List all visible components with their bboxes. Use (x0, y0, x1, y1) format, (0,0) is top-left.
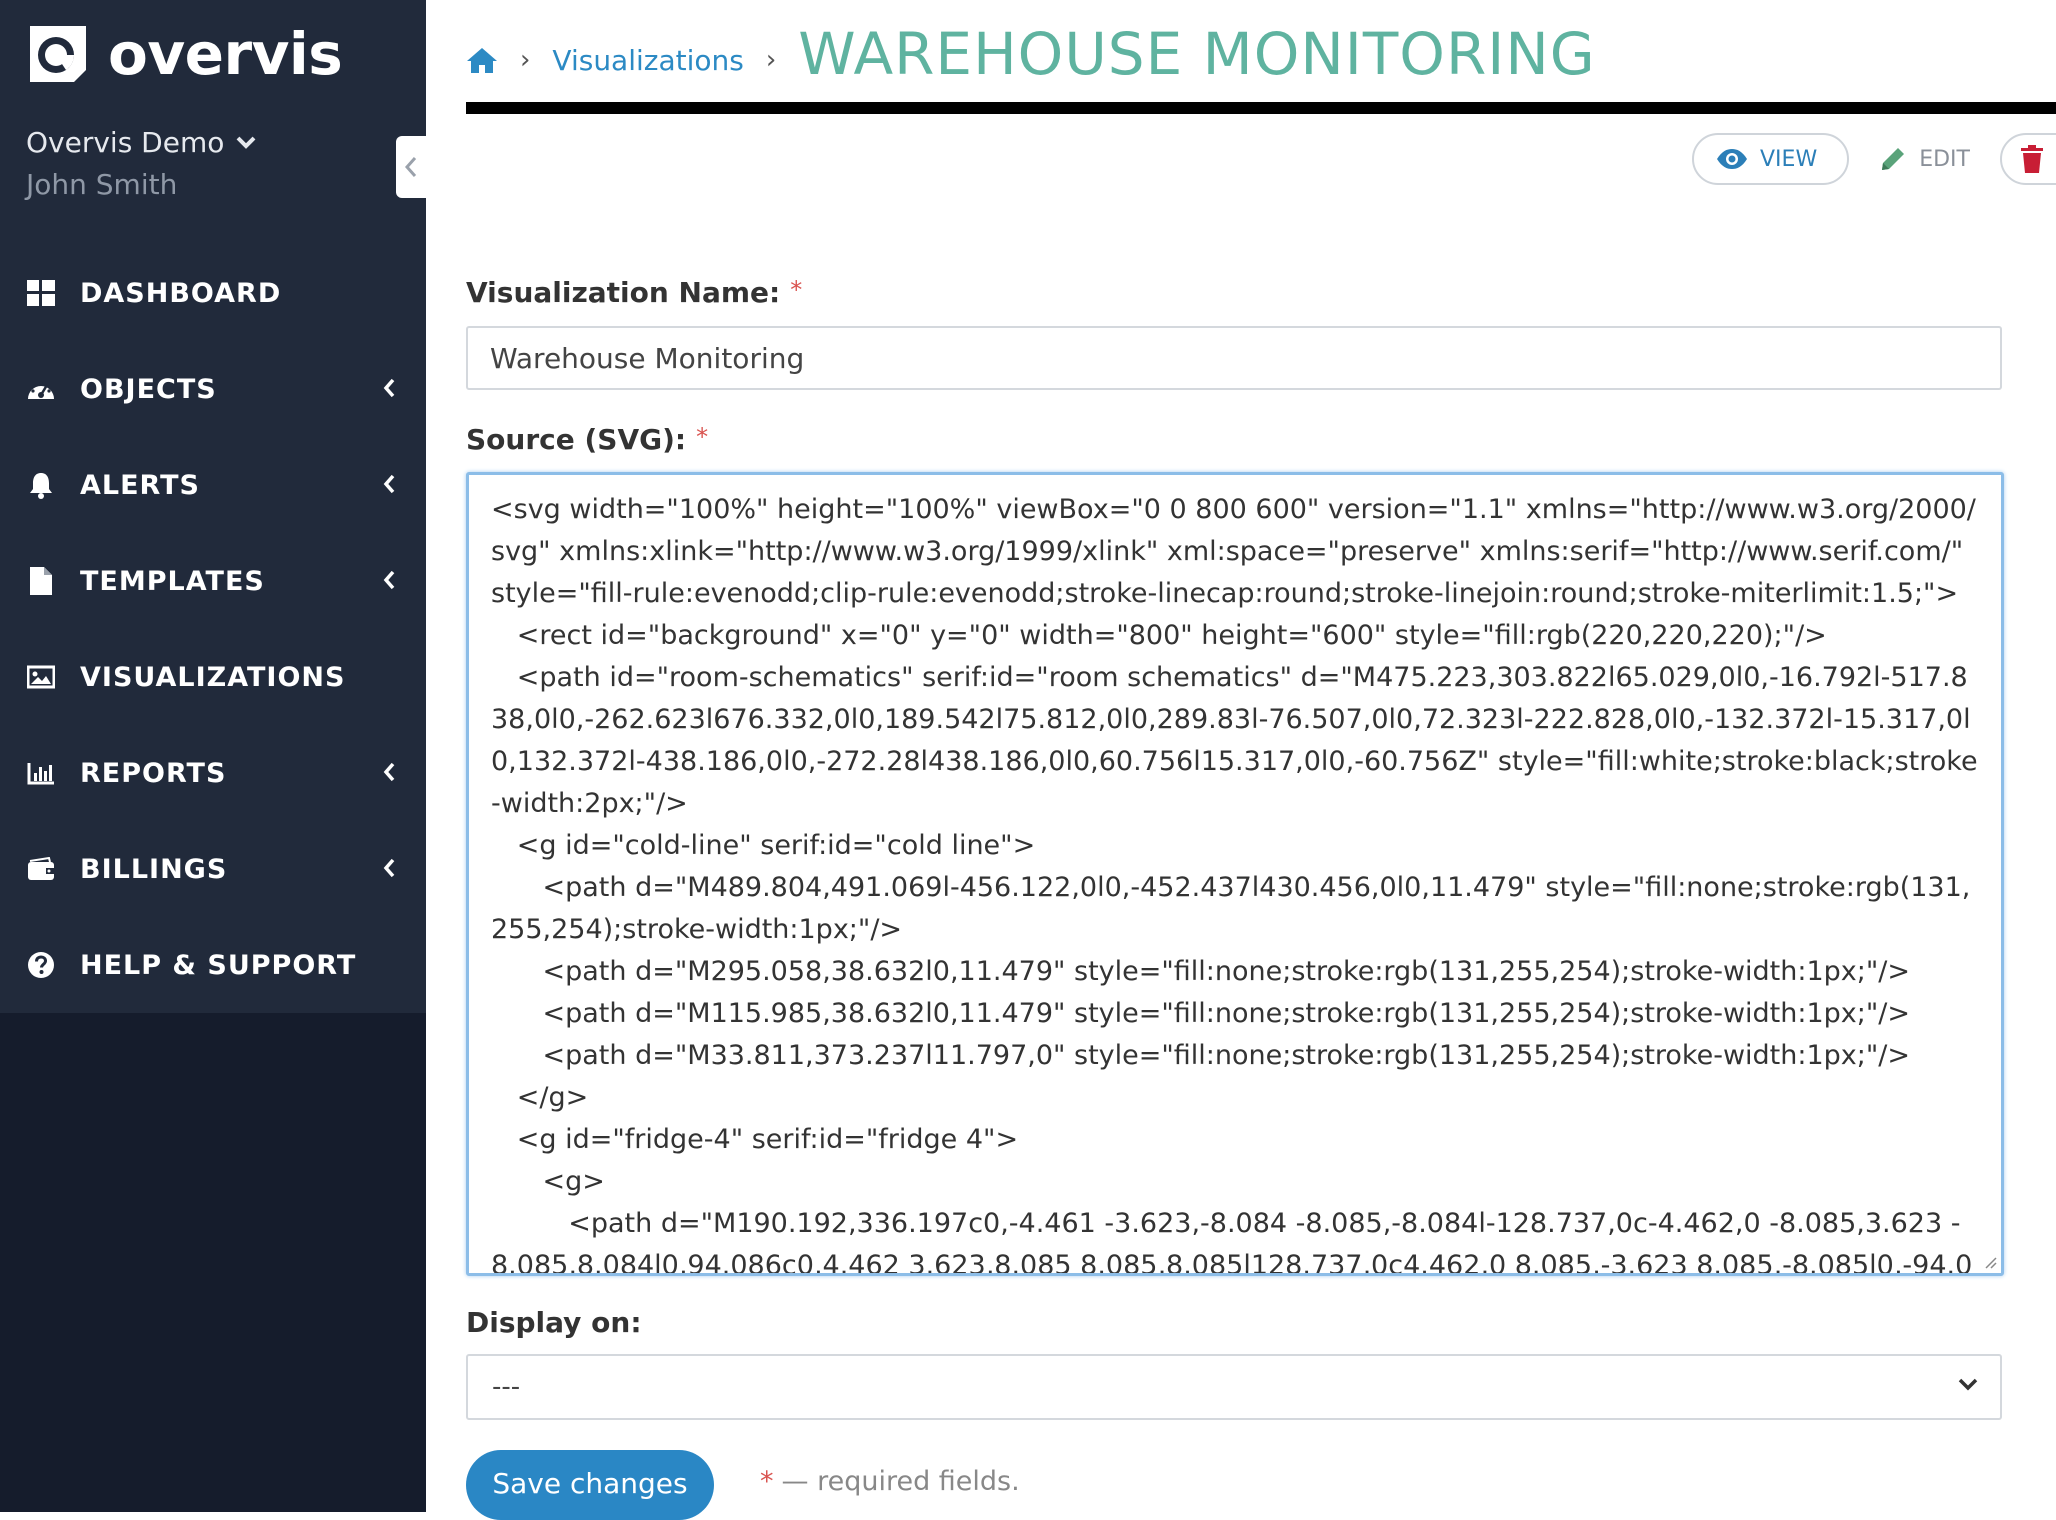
source-textarea[interactable]: <svg width="100%" height="100%" viewBox=… (466, 472, 2004, 1276)
logo-icon (26, 22, 90, 86)
visualization-name-label-text: Visualization Name: (466, 276, 780, 309)
resize-handle-icon[interactable] (1981, 1253, 1997, 1269)
edit-button-label: EDIT (1919, 147, 1970, 172)
sidebar-item-label: ALERTS (80, 470, 200, 501)
sidebar-item-label: REPORTS (80, 758, 226, 789)
view-button[interactable]: VIEW (1692, 133, 1849, 185)
trash-icon (2020, 145, 2044, 173)
display-on-label: Display on: (466, 1306, 642, 1339)
code-line: <g id="fridge-4" serif:id="fridge 4"> (491, 1119, 1979, 1161)
visualization-name-label: Visualization Name: * (466, 276, 802, 309)
breadcrumb-link-visualizations[interactable]: Visualizations (552, 44, 743, 77)
sidebar-menu: DASHBOARD OBJECTS ALERTS TEMPLATES (0, 245, 426, 1013)
code-line: <path d="M295.058,38.632l0,11.479" style… (491, 951, 1979, 993)
chevron-left-icon (382, 857, 396, 879)
chevron-down-icon (236, 136, 256, 150)
app-logo[interactable]: overvis (26, 22, 342, 86)
code-line: <path d="M33.811,373.237l11.797,0" style… (491, 1035, 1979, 1077)
visualization-name-input[interactable] (466, 326, 2002, 390)
sidebar-item-label: OBJECTS (80, 374, 217, 405)
account-switcher[interactable]: Overvis Demo (26, 126, 256, 159)
main-content: › Visualizations › WAREHOUSE MONITORING … (426, 0, 2056, 1512)
file-icon (26, 566, 56, 596)
breadcrumb-separator: › (520, 45, 530, 75)
code-line: <path d="M190.192,336.197c0,-4.461 -3.62… (491, 1203, 1979, 1276)
chevron-down-icon (1958, 1378, 1978, 1392)
save-changes-button[interactable]: Save changes (466, 1450, 714, 1520)
header-divider (466, 102, 2056, 114)
sidebar: overvis Overvis Demo John Smith DASHBOAR… (0, 0, 426, 1512)
bar-chart-icon (26, 758, 56, 788)
sidebar-item-label: TEMPLATES (80, 566, 265, 597)
code-line: <g> (491, 1161, 1979, 1203)
sidebar-item-label: DASHBOARD (80, 278, 281, 309)
logo-text: overvis (108, 22, 342, 86)
breadcrumb: › Visualizations › WAREHOUSE MONITORING (466, 18, 1596, 90)
delete-button[interactable]: DE (2000, 133, 2056, 185)
breadcrumb-separator: › (766, 45, 776, 75)
edit-button[interactable]: EDIT (1879, 145, 1970, 173)
required-marker: * (760, 1466, 774, 1497)
sidebar-item-label: HELP & SUPPORT (80, 950, 356, 981)
home-icon[interactable] (466, 46, 498, 74)
sidebar-item-objects[interactable]: OBJECTS (0, 341, 426, 437)
view-button-label: VIEW (1760, 147, 1817, 172)
eye-icon (1716, 148, 1748, 170)
source-label-text: Source (SVG): (466, 423, 686, 456)
sidebar-item-dashboard[interactable]: DASHBOARD (0, 245, 426, 341)
sidebar-item-billings[interactable]: BILLINGS (0, 821, 426, 917)
sidebar-item-label: BILLINGS (80, 854, 227, 885)
page-title: WAREHOUSE MONITORING (798, 20, 1595, 88)
required-marker: * (790, 276, 802, 304)
display-on-selected-value: --- (492, 1372, 520, 1402)
gauge-icon (26, 374, 56, 404)
account-name: Overvis Demo (26, 126, 224, 159)
required-fields-note: * — required fields. (760, 1466, 1020, 1497)
code-line: <svg width="100%" height="100%" viewBox=… (491, 489, 1979, 615)
chevron-left-icon (382, 569, 396, 591)
source-label: Source (SVG): * (466, 423, 708, 456)
user-name: John Smith (26, 168, 177, 201)
sidebar-item-alerts[interactable]: ALERTS (0, 437, 426, 533)
sidebar-item-label: VISUALIZATIONS (80, 662, 345, 693)
bell-icon (26, 470, 56, 500)
sidebar-item-visualizations[interactable]: VISUALIZATIONS (0, 629, 426, 725)
sidebar-header: overvis Overvis Demo John Smith (0, 0, 426, 245)
dashboard-icon (26, 278, 56, 308)
code-line: <path d="M489.804,491.069l-456.122,0l0,-… (491, 867, 1979, 951)
image-icon (26, 662, 56, 692)
code-line: <path id="room-schematics" serif:id="roo… (491, 657, 1979, 825)
code-line: <path d="M115.985,38.632l0,11.479" style… (491, 993, 1979, 1035)
code-line: <g id="cold-line" serif:id="cold line"> (491, 825, 1979, 867)
chevron-left-icon (382, 377, 396, 399)
sidebar-item-templates[interactable]: TEMPLATES (0, 533, 426, 629)
chevron-left-icon (404, 155, 418, 179)
pencil-icon (1879, 145, 1907, 173)
required-note-text: — required fields. (782, 1466, 1020, 1497)
question-circle-icon (26, 950, 56, 980)
action-buttons: VIEW EDIT DE (1692, 133, 2056, 185)
chevron-left-icon (382, 473, 396, 495)
code-line: <rect id="background" x="0" y="0" width=… (491, 615, 1979, 657)
display-on-select[interactable]: --- (466, 1354, 2002, 1420)
chevron-left-icon (382, 761, 396, 783)
wallet-icon (26, 854, 56, 884)
required-marker: * (696, 423, 708, 451)
code-line: </g> (491, 1077, 1979, 1119)
sidebar-collapse-button[interactable] (396, 136, 426, 198)
sidebar-item-reports[interactable]: REPORTS (0, 725, 426, 821)
sidebar-item-help-support[interactable]: HELP & SUPPORT (0, 917, 426, 1013)
